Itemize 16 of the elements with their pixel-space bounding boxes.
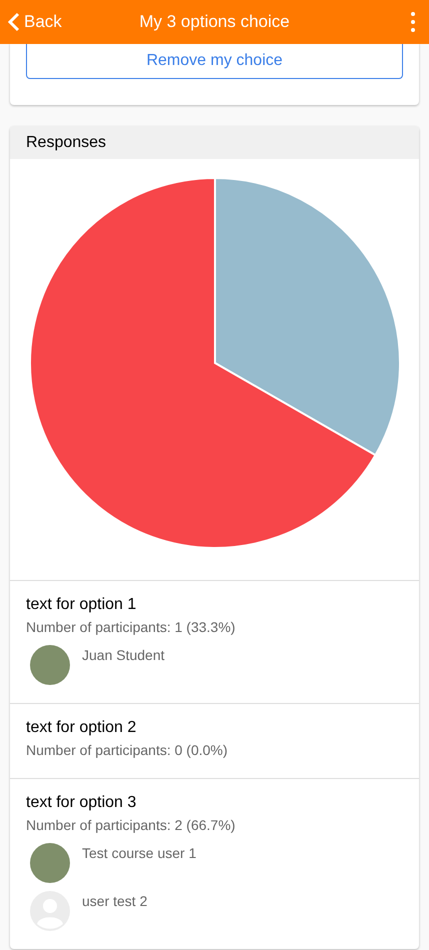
remove-choice-button[interactable]: Remove my choice	[26, 43, 403, 79]
photo-placeholder	[30, 645, 70, 685]
chevron-left-icon	[8, 12, 20, 32]
participant-count: Number of participants: 2 (66.7%)	[26, 816, 236, 835]
option-title: text for option 2	[26, 718, 138, 738]
option-title: text for option 3	[26, 793, 138, 813]
back-button[interactable]: Back	[8, 9, 62, 35]
option-title: text for option 1	[26, 595, 138, 615]
photo-placeholder	[30, 843, 70, 883]
participant-count: Number of participants: 1 (33.3%)	[26, 618, 236, 637]
user-name: user test 2	[82, 892, 148, 911]
page-title: My 3 options choice	[139, 11, 290, 34]
section-title: Responses	[26, 132, 106, 152]
participant-count: Number of participants: 0 (0.0%)	[26, 741, 229, 760]
user-name: Test course user 1	[82, 844, 196, 863]
user-name: Juan Student	[82, 646, 165, 665]
